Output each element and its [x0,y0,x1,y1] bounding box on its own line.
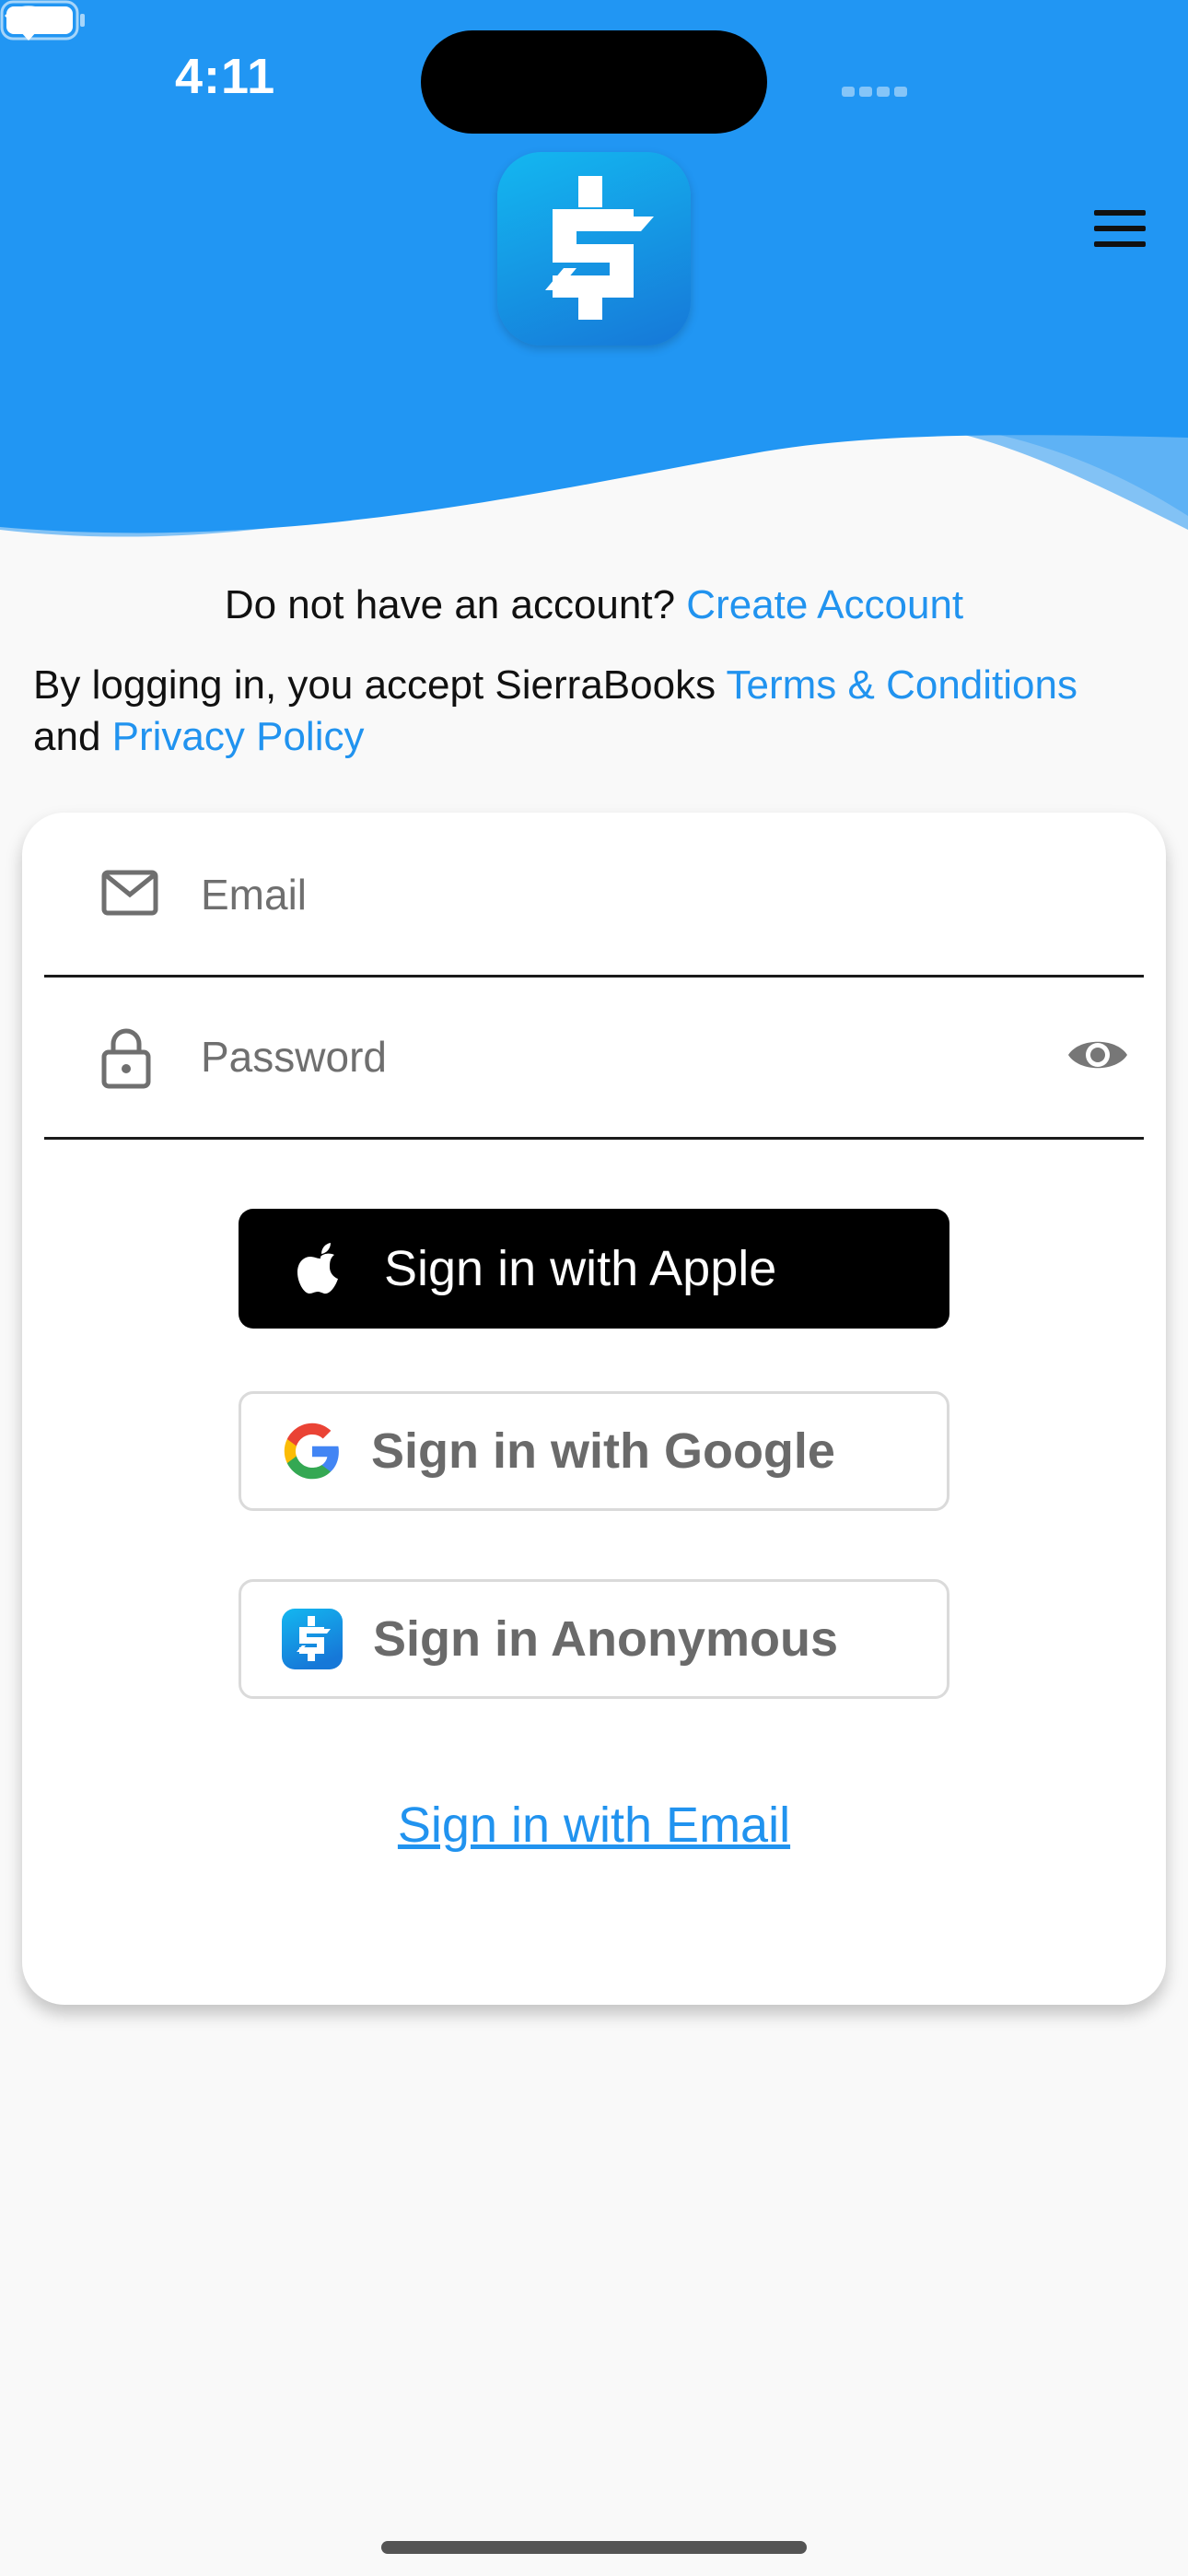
mail-icon [101,870,158,916]
email-input[interactable] [199,849,1031,940]
lock-icon [101,1028,151,1089]
create-account-prompt: Do not have an account? Create Account [224,582,964,627]
password-input[interactable] [199,1012,1031,1102]
email-field [44,813,1144,978]
menu-button[interactable] [1094,210,1149,251]
terms-notice: By logging in, you accept SierraBooks Te… [33,662,1077,759]
header-banner: 4:11 [0,0,1188,590]
sign-in-apple-button[interactable]: Sign in with Apple [239,1209,949,1329]
battery-icon [0,0,85,41]
app-logo-small-icon [282,1609,343,1669]
terms-conditions-link[interactable]: Terms & Conditions [727,662,1077,708]
cellular-signal-icon [842,85,912,101]
sign-in-apple-label: Sign in with Apple [384,1241,777,1296]
dollar-sign-logo-icon [545,176,654,320]
privacy-policy-link[interactable]: Privacy Policy [112,714,365,759]
dynamic-island [421,30,767,134]
google-logo-icon [284,1423,339,1480]
sign-in-google-label: Sign in with Google [371,1423,835,1479]
eye-icon[interactable] [1066,1034,1129,1076]
status-time: 4:11 [175,49,276,104]
sign-in-anonymous-button[interactable]: Sign in Anonymous [239,1579,949,1699]
app-logo [497,152,691,345]
sign-in-email-link[interactable]: Sign in with Email [22,1797,1166,1854]
sign-in-google-button[interactable]: Sign in with Google [239,1391,949,1511]
hamburger-menu-icon [1094,210,1146,216]
login-card: Sign in with Apple Sign in with Google S… [22,813,1166,2005]
password-field [44,975,1144,1140]
create-account-link[interactable]: Create Account [686,582,963,627]
sign-in-anonymous-label: Sign in Anonymous [373,1611,838,1667]
apple-logo-icon [297,1243,338,1294]
home-indicator[interactable] [381,2541,807,2554]
